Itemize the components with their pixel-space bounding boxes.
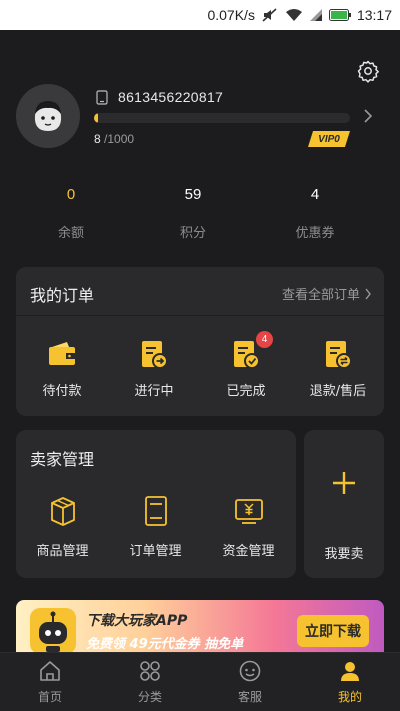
wallet-icon	[47, 339, 77, 371]
order-item-label: 进行中	[134, 384, 174, 399]
plus-icon	[331, 470, 357, 496]
order-list-icon	[139, 494, 173, 528]
refund-document-icon	[323, 339, 353, 371]
order-item-label: 待付款	[42, 384, 82, 399]
stat-points[interactable]: 59 积分	[132, 186, 254, 246]
tab-label: 客服	[237, 690, 262, 704]
stat-value: 4	[310, 186, 320, 203]
seller-item-label: 商品管理	[36, 544, 89, 559]
tab-category[interactable]: 分类	[100, 653, 200, 711]
order-item-label: 已完成	[226, 384, 266, 399]
stat-label: 余额	[57, 226, 84, 241]
phone-number: 8613456220817	[118, 89, 224, 105]
clock: 13:17	[356, 7, 392, 23]
category-icon	[138, 659, 162, 683]
tab-customer-service[interactable]: 客服	[200, 653, 300, 711]
user-icon	[338, 659, 362, 683]
banner-subtitle: 免费领 49元代金券 抽免单	[86, 637, 244, 652]
stat-value: 59	[184, 186, 202, 203]
status-bar-right: 0.07K/s 13:17	[207, 0, 392, 30]
order-refund-aftersale[interactable]: 退款/售后	[292, 339, 384, 399]
box-icon	[46, 494, 80, 528]
chevron-right-icon	[365, 288, 371, 299]
vip-badge[interactable]: VIP0	[308, 131, 350, 147]
view-all-label: 查看全部订单	[281, 288, 360, 303]
status-bar: 0.07K/s 13:17	[0, 0, 400, 30]
banner-title: 下载大玩家APP	[86, 613, 188, 629]
signal-icon	[309, 8, 323, 22]
wifi-icon	[285, 8, 303, 22]
profile-section[interactable]: 8613456220817 8 /1000 VIP0	[0, 80, 400, 160]
seller-items-row: 商品管理 订单管理 资金管理	[16, 494, 296, 559]
my-orders-card: 我的订单 查看全部订单 待付款 进行中 4 已完成 退款/售后	[16, 267, 384, 416]
vip-progress-fill	[94, 113, 99, 123]
download-app-banner[interactable]: 下载大玩家APP 免费领 49元代金券 抽免单 立即下载	[16, 600, 384, 660]
phone-icon	[96, 90, 108, 105]
progress-current: 8	[94, 132, 101, 146]
money-icon	[232, 494, 266, 528]
stat-label: 积分	[179, 226, 206, 241]
order-in-progress[interactable]: 进行中	[108, 339, 200, 399]
seller-item-label: 订单管理	[129, 544, 182, 559]
tab-label: 我的	[337, 690, 362, 704]
vip-progress-bar	[94, 113, 350, 123]
orders-title: 我的订单	[30, 286, 95, 305]
order-pending-payment[interactable]: 待付款	[16, 339, 108, 399]
view-all-orders-link[interactable]: 查看全部订单	[282, 284, 372, 303]
seller-title: 卖家管理	[30, 450, 95, 469]
order-status-row: 待付款 进行中 4 已完成 退款/售后	[16, 331, 384, 399]
seller-item-label: 资金管理	[222, 544, 275, 559]
order-completed[interactable]: 4 已完成	[200, 331, 292, 399]
seller-management-card: 卖家管理 商品管理 订单管理 资金管理	[16, 430, 296, 578]
document-arrow-icon	[139, 339, 169, 371]
progress-total: /1000	[100, 132, 135, 146]
default-avatar-face-icon	[34, 101, 62, 131]
stats-row: 0 余额 59 积分 4 优惠券	[0, 186, 400, 246]
fund-management[interactable]: 资金管理	[202, 494, 295, 559]
tab-home[interactable]: 首页	[0, 653, 100, 711]
stat-value: 0	[66, 186, 76, 203]
chevron-right-icon[interactable]	[362, 107, 374, 125]
customer-service-icon	[238, 659, 262, 683]
stat-label: 优惠券	[295, 226, 335, 241]
divider	[16, 315, 384, 316]
download-now-button[interactable]: 立即下载	[297, 615, 369, 647]
order-item-label: 退款/售后	[309, 384, 367, 399]
mute-icon	[261, 7, 279, 23]
battery-icon	[328, 9, 351, 21]
order-management[interactable]: 订单管理	[109, 494, 202, 559]
tab-mine[interactable]: 我的	[300, 653, 400, 711]
sell-button-card[interactable]: 我要卖	[304, 430, 384, 578]
bottom-tab-bar: 首页 分类 客服 我的	[0, 652, 400, 711]
tab-label: 分类	[137, 690, 162, 704]
sell-label: 我要卖	[324, 547, 364, 562]
robot-mascot-icon	[30, 608, 76, 654]
network-speed: 0.07K/s	[207, 7, 255, 23]
product-management[interactable]: 商品管理	[16, 494, 109, 559]
vip-progress-text: 8 /1000	[94, 132, 134, 146]
home-icon	[38, 659, 62, 683]
stat-balance[interactable]: 0 余额	[10, 186, 132, 246]
avatar[interactable]	[16, 84, 80, 148]
notification-badge: 4	[256, 331, 273, 348]
tab-label: 首页	[37, 690, 62, 704]
stat-coupons[interactable]: 4 优惠券	[254, 186, 376, 246]
